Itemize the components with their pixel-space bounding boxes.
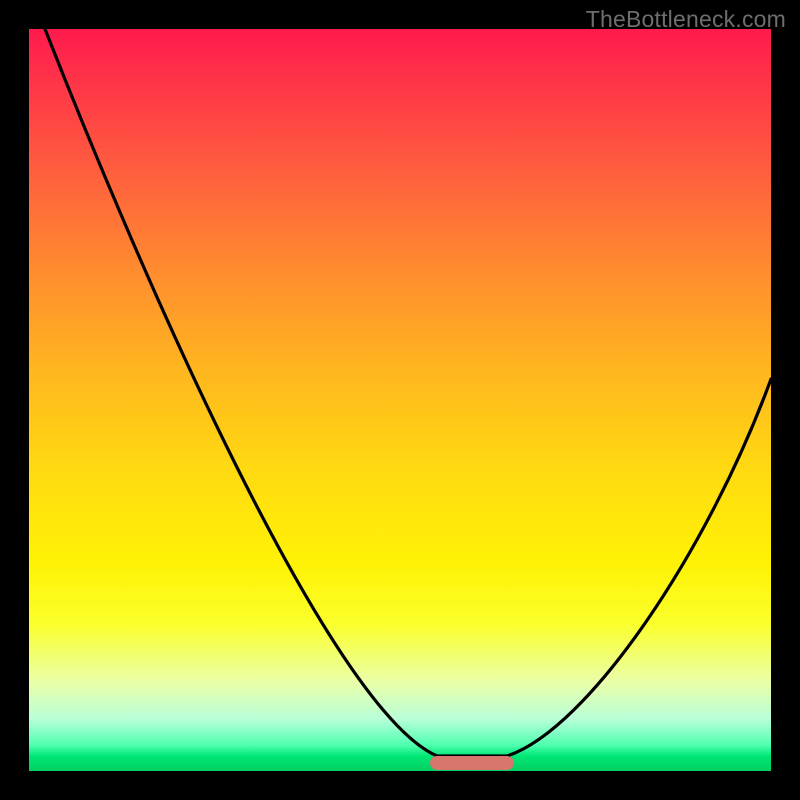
- plot-area: [29, 29, 771, 771]
- trough-marker: [430, 756, 514, 770]
- curve-svg: [29, 29, 771, 771]
- bottleneck-curve: [45, 29, 771, 756]
- chart-stage: TheBottleneck.com: [0, 0, 800, 800]
- watermark-text: TheBottleneck.com: [586, 6, 786, 33]
